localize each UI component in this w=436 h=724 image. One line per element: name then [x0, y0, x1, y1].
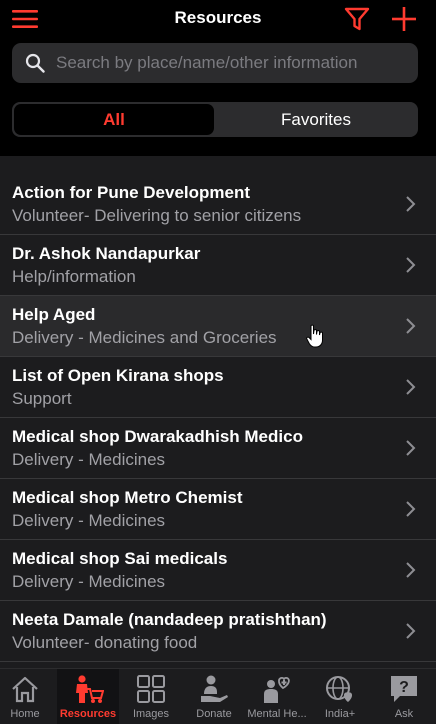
- page-title: Resources: [174, 8, 262, 27]
- tab-resources[interactable]: Resources: [57, 669, 119, 724]
- search-bar: [12, 43, 418, 83]
- list-item-subtitle: Delivery - Medicines: [12, 572, 166, 591]
- list-item-subtitle: Help/information: [12, 267, 136, 286]
- resource-list[interactable]: Action for Pune Development Volunteer- D…: [0, 156, 436, 668]
- globe-heart-icon: [326, 676, 353, 702]
- plus-icon[interactable]: [390, 5, 418, 33]
- top-bar: Resources: [0, 0, 436, 38]
- home-icon: [12, 676, 38, 703]
- tab-home[interactable]: Home: [0, 669, 56, 724]
- chevron-right-icon: [406, 379, 416, 395]
- filter-funnel-icon[interactable]: [344, 6, 370, 32]
- chevron-right-icon: [406, 196, 416, 212]
- list-top-spacer: [0, 156, 436, 174]
- list-item-subtitle: Delivery - Medicines and Groceries: [12, 328, 277, 347]
- donate-hand-icon: [201, 675, 228, 702]
- mental-health-heart-icon: [264, 677, 290, 703]
- chevron-right-icon: [406, 257, 416, 273]
- tab-mental-health[interactable]: Mental He...: [246, 669, 308, 724]
- segment-control: All Favorites: [12, 102, 418, 137]
- list-item-subtitle: Support: [12, 389, 72, 408]
- list-item-title: List of Open Kirana shops: [12, 366, 224, 385]
- chevron-right-icon: [406, 623, 416, 639]
- search-icon: [25, 53, 45, 73]
- tab-india-plus[interactable]: India+: [309, 669, 371, 724]
- list-item-title: Neeta Damale (nandadeep pratishthan): [12, 610, 327, 629]
- list-item[interactable]: Medical shop Sai medicals Delivery - Med…: [0, 540, 436, 601]
- bottom-tab-bar: Home Resources Images Donate Mental He..…: [0, 668, 436, 724]
- question-bubble-icon: ?: [391, 676, 417, 702]
- list-item[interactable]: Neeta Damale (nandadeep pratishthan) Vol…: [0, 601, 436, 662]
- list-item-title: Help Aged: [12, 305, 96, 324]
- segment-favorites[interactable]: Favorites: [216, 104, 416, 135]
- list-item-title: Dr. Ashok Nandapurkar: [12, 244, 201, 263]
- images-grid-icon: [137, 675, 165, 703]
- chevron-right-icon: [406, 440, 416, 456]
- list-item-subtitle: Delivery - Medicines: [12, 450, 166, 469]
- list-item[interactable]: Dr. Ashok Nandapurkar Help/information: [0, 235, 436, 296]
- tab-donate[interactable]: Donate: [183, 669, 245, 724]
- tab-label: Ask: [394, 708, 414, 720]
- list-item[interactable]: List of Open Kirana shops Support: [0, 357, 436, 418]
- list-item-subtitle: Volunteer- Delivering to senior citizens: [12, 206, 302, 225]
- list-item-title: Medical shop Metro Chemist: [12, 488, 243, 507]
- app-header: Resources All Favorites: [0, 0, 436, 156]
- tab-ask[interactable]: ? Ask: [373, 669, 435, 724]
- tab-label: India+: [324, 708, 356, 720]
- search-input[interactable]: [56, 43, 406, 83]
- segment-all[interactable]: All: [14, 104, 214, 135]
- list-item[interactable]: Medical shop Metro Chemist Delivery - Me…: [0, 479, 436, 540]
- chevron-right-icon: [406, 501, 416, 517]
- resources-person-cart-icon: [76, 675, 104, 703]
- chevron-right-icon: [406, 318, 416, 334]
- hand-pointer-cursor-icon: [306, 324, 323, 348]
- tab-images[interactable]: Images: [120, 669, 182, 724]
- list-item-title: Medical shop Dwarakadhish Medico: [12, 427, 303, 446]
- list-item[interactable]: Medical shop Dwarakadhish Medico Deliver…: [0, 418, 436, 479]
- list-item-title: Action for Pune Development: [12, 183, 251, 202]
- list-item[interactable]: Action for Pune Development Volunteer- D…: [0, 174, 436, 235]
- chevron-right-icon: [406, 562, 416, 578]
- list-item[interactable]: Help Aged Delivery - Medicines and Groce…: [0, 296, 436, 357]
- list-item-subtitle: Volunteer- donating food: [12, 633, 198, 652]
- list-item-subtitle: Delivery - Medicines: [12, 511, 166, 530]
- list-item-title: Medical shop Sai medicals: [12, 549, 228, 568]
- svg-text:?: ?: [399, 679, 409, 696]
